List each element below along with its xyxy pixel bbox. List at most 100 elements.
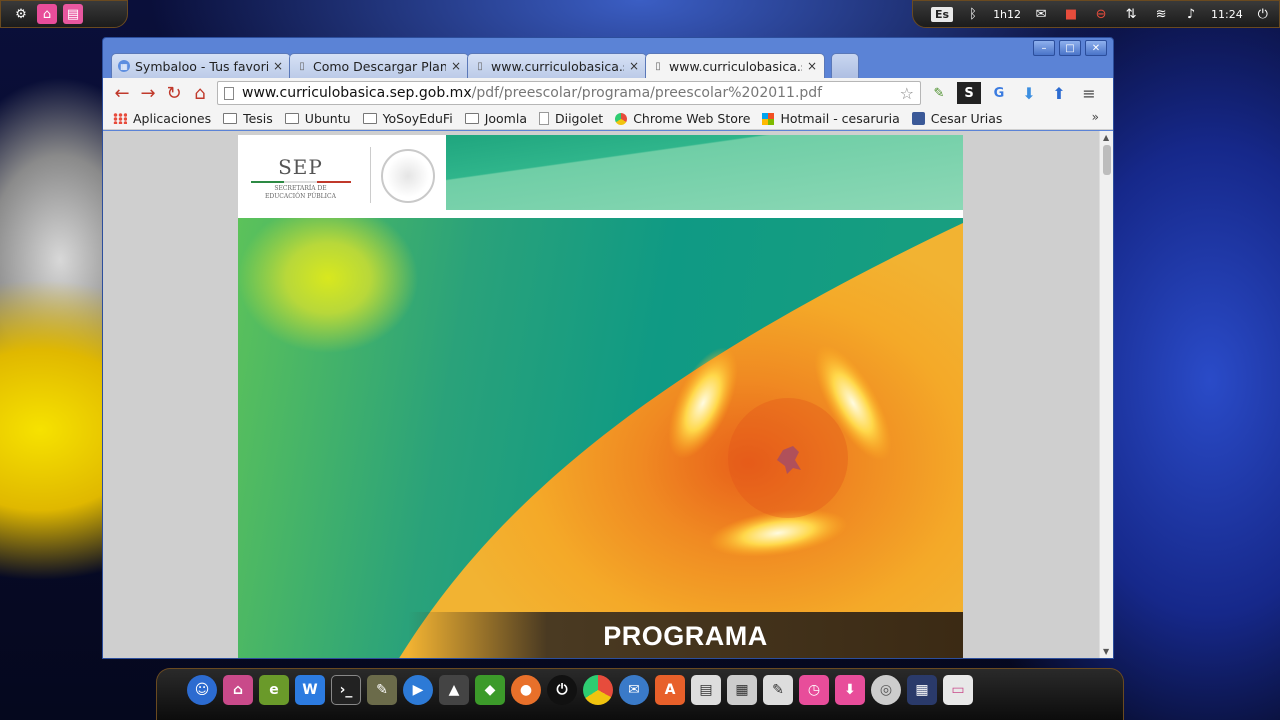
evernote-extension-icon[interactable]: ✎	[927, 82, 951, 104]
close-window-button[interactable]: ✕	[1085, 40, 1107, 56]
dock: ☺ ⌂ e W ›_ ✎ ▶ ▲ ◆ ● ⏻ ✉ A ▤ ▦ ✎ ◷ ⬇ ◎ ▦…	[156, 668, 1124, 720]
home-folder-icon[interactable]: ⌂	[37, 4, 57, 24]
bookmark-label: Diigolet	[554, 111, 604, 126]
tab-curriculobasica-1[interactable]: ▯ www.curriculobasica.s ×	[467, 53, 647, 78]
cover-artwork: PROGRAMA	[238, 218, 963, 658]
bluetooth-icon[interactable]: ᛒ	[963, 4, 983, 24]
pdf-page: SEP SECRETARÍA DE EDUCACIÓN PÚBLICA PROG…	[238, 135, 963, 658]
tab-close-icon[interactable]: ×	[450, 59, 462, 73]
bookmark-label: Cesar Urias	[930, 111, 1003, 126]
clock[interactable]: 11:24	[1211, 8, 1243, 21]
editor-icon[interactable]: e	[259, 675, 289, 705]
battery-indicator[interactable]: 1h12	[993, 8, 1021, 21]
writer-icon[interactable]: W	[295, 675, 325, 705]
bookmark-chrome-web-store[interactable]: Chrome Web Store	[615, 111, 750, 126]
top-panel-right: Es ᛒ 1h12 ✉ ■ ⊖ ⇅ ≋ ♪ 11:24 ⏻	[912, 0, 1280, 28]
home-folder-icon[interactable]: ⌂	[223, 675, 253, 705]
browser-toolbar: ← → ↻ ⌂ www.curriculobasica.sep.gob.mx/p…	[103, 78, 1113, 108]
page-icon: ▯	[477, 60, 483, 72]
symbaloo-extension-icon[interactable]: S	[957, 82, 981, 104]
cover-swoosh	[399, 223, 963, 658]
tab-title: Como Descargar Plan	[313, 58, 446, 74]
tab-title: www.curriculobasica.s	[669, 58, 802, 74]
ubuntu-menu-icon[interactable]: ⚙	[11, 4, 31, 24]
bookmark-label: YoSoyEduFi	[382, 111, 453, 126]
tab-como-descargar[interactable]: ▯ Como Descargar Plan ×	[289, 53, 469, 78]
bookmark-aplicaciones[interactable]: Aplicaciones	[113, 111, 211, 126]
scroll-up-arrow-icon[interactable]: ▲	[1103, 133, 1109, 142]
maximize-button[interactable]: □	[1059, 40, 1081, 56]
translate-extension-icon[interactable]: G	[987, 82, 1011, 104]
apps-icon	[113, 113, 127, 124]
software-center-icon[interactable]: ◆	[475, 675, 505, 705]
camera-icon[interactable]: ■	[1061, 4, 1081, 24]
scrollbar-thumb[interactable]	[1103, 145, 1111, 175]
new-tab-button[interactable]	[831, 53, 859, 78]
reload-icon[interactable]: ↻	[161, 81, 187, 105]
volume-icon[interactable]: ♪	[1181, 4, 1201, 24]
terminal-icon[interactable]: ›_	[331, 675, 361, 705]
header-green-band	[446, 135, 963, 210]
vertical-scrollbar[interactable]: ▲ ▼	[1099, 131, 1113, 658]
disc-icon[interactable]: ◎	[871, 675, 901, 705]
thunderbird-icon[interactable]: ✉	[619, 675, 649, 705]
accessibility-icon[interactable]: ☺	[187, 675, 217, 705]
downloads-folder-icon[interactable]: ⬇	[835, 675, 865, 705]
address-bar[interactable]: www.curriculobasica.sep.gob.mx/pdf/prees…	[217, 81, 921, 105]
calculator-icon[interactable]: ▦	[727, 675, 757, 705]
mail-icon[interactable]: ✉	[1031, 4, 1051, 24]
pin-extension-icon[interactable]: ⬆	[1047, 82, 1071, 104]
workspace-switcher-icon[interactable]: ▦	[907, 675, 937, 705]
network-icon[interactable]: ⇅	[1121, 4, 1141, 24]
folder-icon	[464, 113, 479, 124]
tab-close-icon[interactable]: ×	[272, 59, 284, 73]
bookmark-star-icon[interactable]: ☆	[900, 84, 914, 103]
firefox-icon[interactable]: ●	[511, 675, 541, 705]
files-icon[interactable]: ▤	[63, 4, 83, 24]
folder-icon	[362, 113, 377, 124]
bookmark-diigolet[interactable]: Diigolet	[538, 111, 604, 126]
bookmark-hotmail[interactable]: Hotmail - cesaruria	[762, 111, 900, 126]
media-player-icon[interactable]: ▶	[403, 675, 433, 705]
show-desktop-icon[interactable]: ▭	[943, 675, 973, 705]
document-viewer-icon[interactable]: ▤	[691, 675, 721, 705]
power-icon[interactable]: ⏻	[1253, 4, 1273, 24]
backup-icon[interactable]: ◷	[799, 675, 829, 705]
minimize-button[interactable]: –	[1033, 40, 1055, 56]
shutdown-icon[interactable]: ⏻	[547, 675, 577, 705]
page-icon	[224, 86, 234, 100]
bookmark-tesis[interactable]: Tesis	[223, 111, 273, 126]
windows-icon	[762, 112, 775, 125]
bookmark-yosoyedufi[interactable]: YoSoyEduFi	[362, 111, 453, 126]
page-icon: ▯	[655, 60, 661, 72]
bookmarks-overflow-button[interactable]: »	[1092, 110, 1099, 124]
text-editor-icon[interactable]: ✎	[763, 675, 793, 705]
sep-logo-title: SEP	[278, 155, 323, 179]
sep-logo: SEP SECRETARÍA DE EDUCACIÓN PÚBLICA	[248, 155, 353, 201]
menu-icon[interactable]: ≡	[1077, 82, 1101, 104]
sep-logo-bar	[250, 181, 351, 183]
tab-close-icon[interactable]: ×	[628, 59, 640, 73]
back-arrow-icon[interactable]: ←	[109, 81, 135, 105]
tab-title: www.curriculobasica.s	[491, 58, 624, 74]
app-installer-icon[interactable]: A	[655, 675, 685, 705]
pdf-viewport[interactable]: SEP SECRETARÍA DE EDUCACIÓN PÚBLICA PROG…	[103, 131, 1113, 658]
do-not-disturb-icon[interactable]: ⊖	[1091, 4, 1111, 24]
download-extension-icon[interactable]: ⬇	[1017, 82, 1041, 104]
tab-close-icon[interactable]: ×	[806, 59, 818, 73]
inkscape-icon[interactable]: ▲	[439, 675, 469, 705]
chrome-icon[interactable]	[583, 675, 613, 705]
bookmark-joomla[interactable]: Joomla	[464, 111, 527, 126]
home-icon[interactable]: ⌂	[187, 81, 213, 105]
forward-arrow-icon[interactable]: →	[135, 81, 161, 105]
keyboard-layout-indicator[interactable]: Es	[931, 6, 954, 22]
bookmark-ubuntu[interactable]: Ubuntu	[284, 111, 351, 126]
national-seal	[370, 147, 440, 203]
wifi-icon[interactable]: ≋	[1151, 4, 1171, 24]
bookmark-cesar-urias[interactable]: Cesar Urias	[911, 111, 1003, 126]
tab-curriculobasica-active[interactable]: ▯ www.curriculobasica.s ×	[645, 53, 825, 78]
tab-symbaloo[interactable]: ▦ Symbaloo - Tus favorit ×	[111, 53, 291, 78]
scroll-down-arrow-icon[interactable]: ▼	[1103, 647, 1109, 656]
gimp-icon[interactable]: ✎	[367, 675, 397, 705]
symbaloo-icon: ▦	[118, 60, 130, 72]
